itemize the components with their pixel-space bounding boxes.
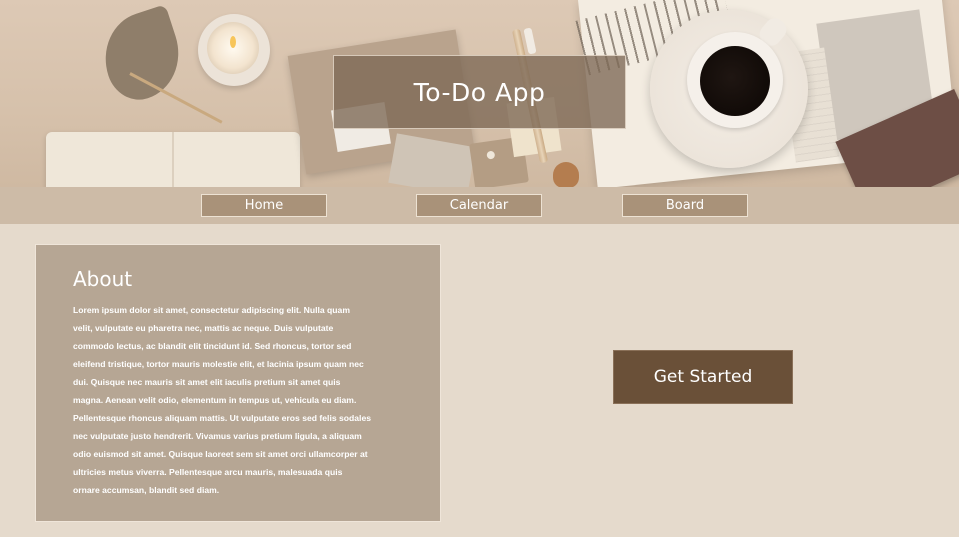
app-title-box: To-Do App: [333, 55, 626, 129]
hero-clip-image: [553, 162, 579, 187]
hero-banner: To-Do App: [0, 0, 959, 187]
about-card: About Lorem ipsum dolor sit amet, consec…: [35, 244, 441, 522]
hero-pen-cap: [523, 27, 537, 55]
about-title: About: [73, 267, 133, 291]
app-title: To-Do App: [413, 77, 546, 107]
get-started-button[interactable]: Get Started: [613, 350, 793, 404]
hero-candle: [207, 22, 259, 74]
nav-board-button[interactable]: Board: [622, 194, 748, 217]
nav-calendar-button[interactable]: Calendar: [416, 194, 542, 217]
hero-coffee-image: [700, 46, 770, 116]
about-body: Lorem ipsum dolor sit amet, consectetur …: [73, 305, 372, 495]
nav-bar: Home Calendar Board: [0, 187, 959, 224]
nav-home-button[interactable]: Home: [201, 194, 327, 217]
hero-notebook-image: [46, 132, 300, 187]
hero-candle-flame: [230, 36, 236, 48]
hero-leaf-image: [92, 4, 192, 108]
